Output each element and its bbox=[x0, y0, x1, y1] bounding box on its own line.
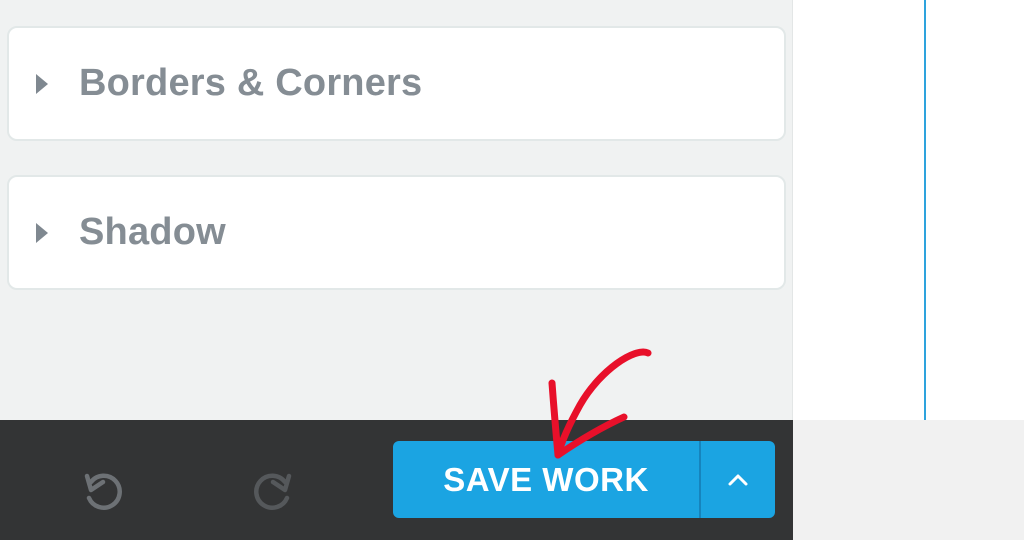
bottom-toolbar: SAVE WORK bbox=[0, 420, 793, 540]
caret-right-icon bbox=[36, 73, 48, 94]
caret-right-icon bbox=[36, 222, 48, 243]
chevron-up-icon bbox=[728, 474, 748, 485]
undo-button[interactable] bbox=[73, 462, 133, 522]
guide-line bbox=[924, 0, 926, 420]
panel-title: Borders & Corners bbox=[79, 62, 423, 104]
redo-icon bbox=[254, 473, 292, 510]
panel-borders-corners[interactable]: Borders & Corners bbox=[7, 26, 786, 141]
undo-icon bbox=[84, 473, 122, 510]
settings-sidebar: Borders & Corners Shadow bbox=[0, 0, 793, 420]
footer-background bbox=[793, 420, 1024, 540]
panel-title: Shadow bbox=[79, 211, 226, 253]
canvas-area bbox=[793, 0, 1024, 420]
redo-button[interactable] bbox=[243, 462, 303, 522]
save-options-button[interactable] bbox=[701, 441, 775, 518]
page-root: Borders & Corners Shadow SAVE WORK bbox=[0, 0, 1024, 540]
save-button-group: SAVE WORK bbox=[393, 441, 775, 518]
panel-shadow[interactable]: Shadow bbox=[7, 175, 786, 290]
save-work-button[interactable]: SAVE WORK bbox=[393, 441, 699, 518]
